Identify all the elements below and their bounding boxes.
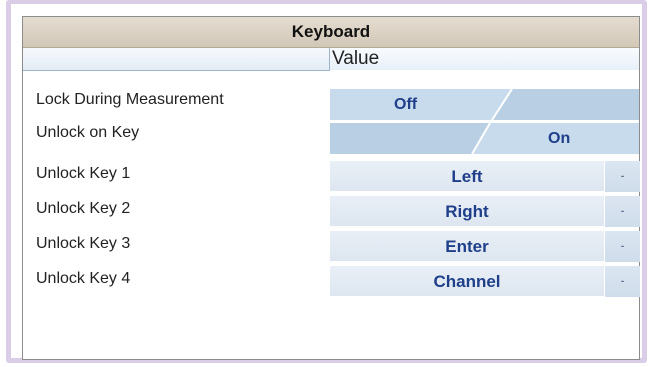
setting-label-unlock-on-key: Unlock on Key [36,124,140,141]
setting-label-unlock-key-2: Unlock Key 2 [36,200,131,217]
name-column-header [23,48,330,70]
value-column-header: Value [330,48,639,70]
unlock-key-2-value: Right [445,202,489,221]
setting-label-unlock-key-3: Unlock Key 3 [36,235,131,252]
lock-during-measurement-toggle[interactable]: Off [330,89,639,120]
dropdown-arrow-icon[interactable]: - [604,231,640,262]
toggle-switch-on-graphic [330,123,639,154]
toggle-value-off: Off [394,96,418,113]
setting-label-lock-during-measurement: Lock During Measurement [36,91,224,108]
keyboard-settings-panel: Keyboard Value Lock During Measurement O… [22,16,640,360]
toggle-switch-off-graphic [330,89,639,120]
column-header-row: Value [23,48,639,71]
unlock-key-1-value: Left [451,167,483,186]
unlock-key-3-select[interactable]: Enter - [330,231,640,262]
dropdown-arrow-icon[interactable]: - [604,196,640,227]
unlock-key-4-value: Channel [433,272,501,291]
unlock-on-key-toggle[interactable]: On [330,123,639,154]
unlock-key-1-select[interactable]: Left - [330,161,640,192]
unlock-key-3-value: Enter [445,237,489,256]
unlock-key-2-select[interactable]: Right - [330,196,640,227]
dropdown-arrow-icon[interactable]: - [604,161,640,192]
panel-title: Keyboard [23,17,639,48]
setting-label-unlock-key-1: Unlock Key 1 [36,165,131,182]
setting-label-unlock-key-4: Unlock Key 4 [36,270,131,287]
dropdown-arrow-icon[interactable]: - [604,266,640,297]
toggle-value-on: On [548,130,571,147]
unlock-key-4-select[interactable]: Channel - [330,266,640,297]
